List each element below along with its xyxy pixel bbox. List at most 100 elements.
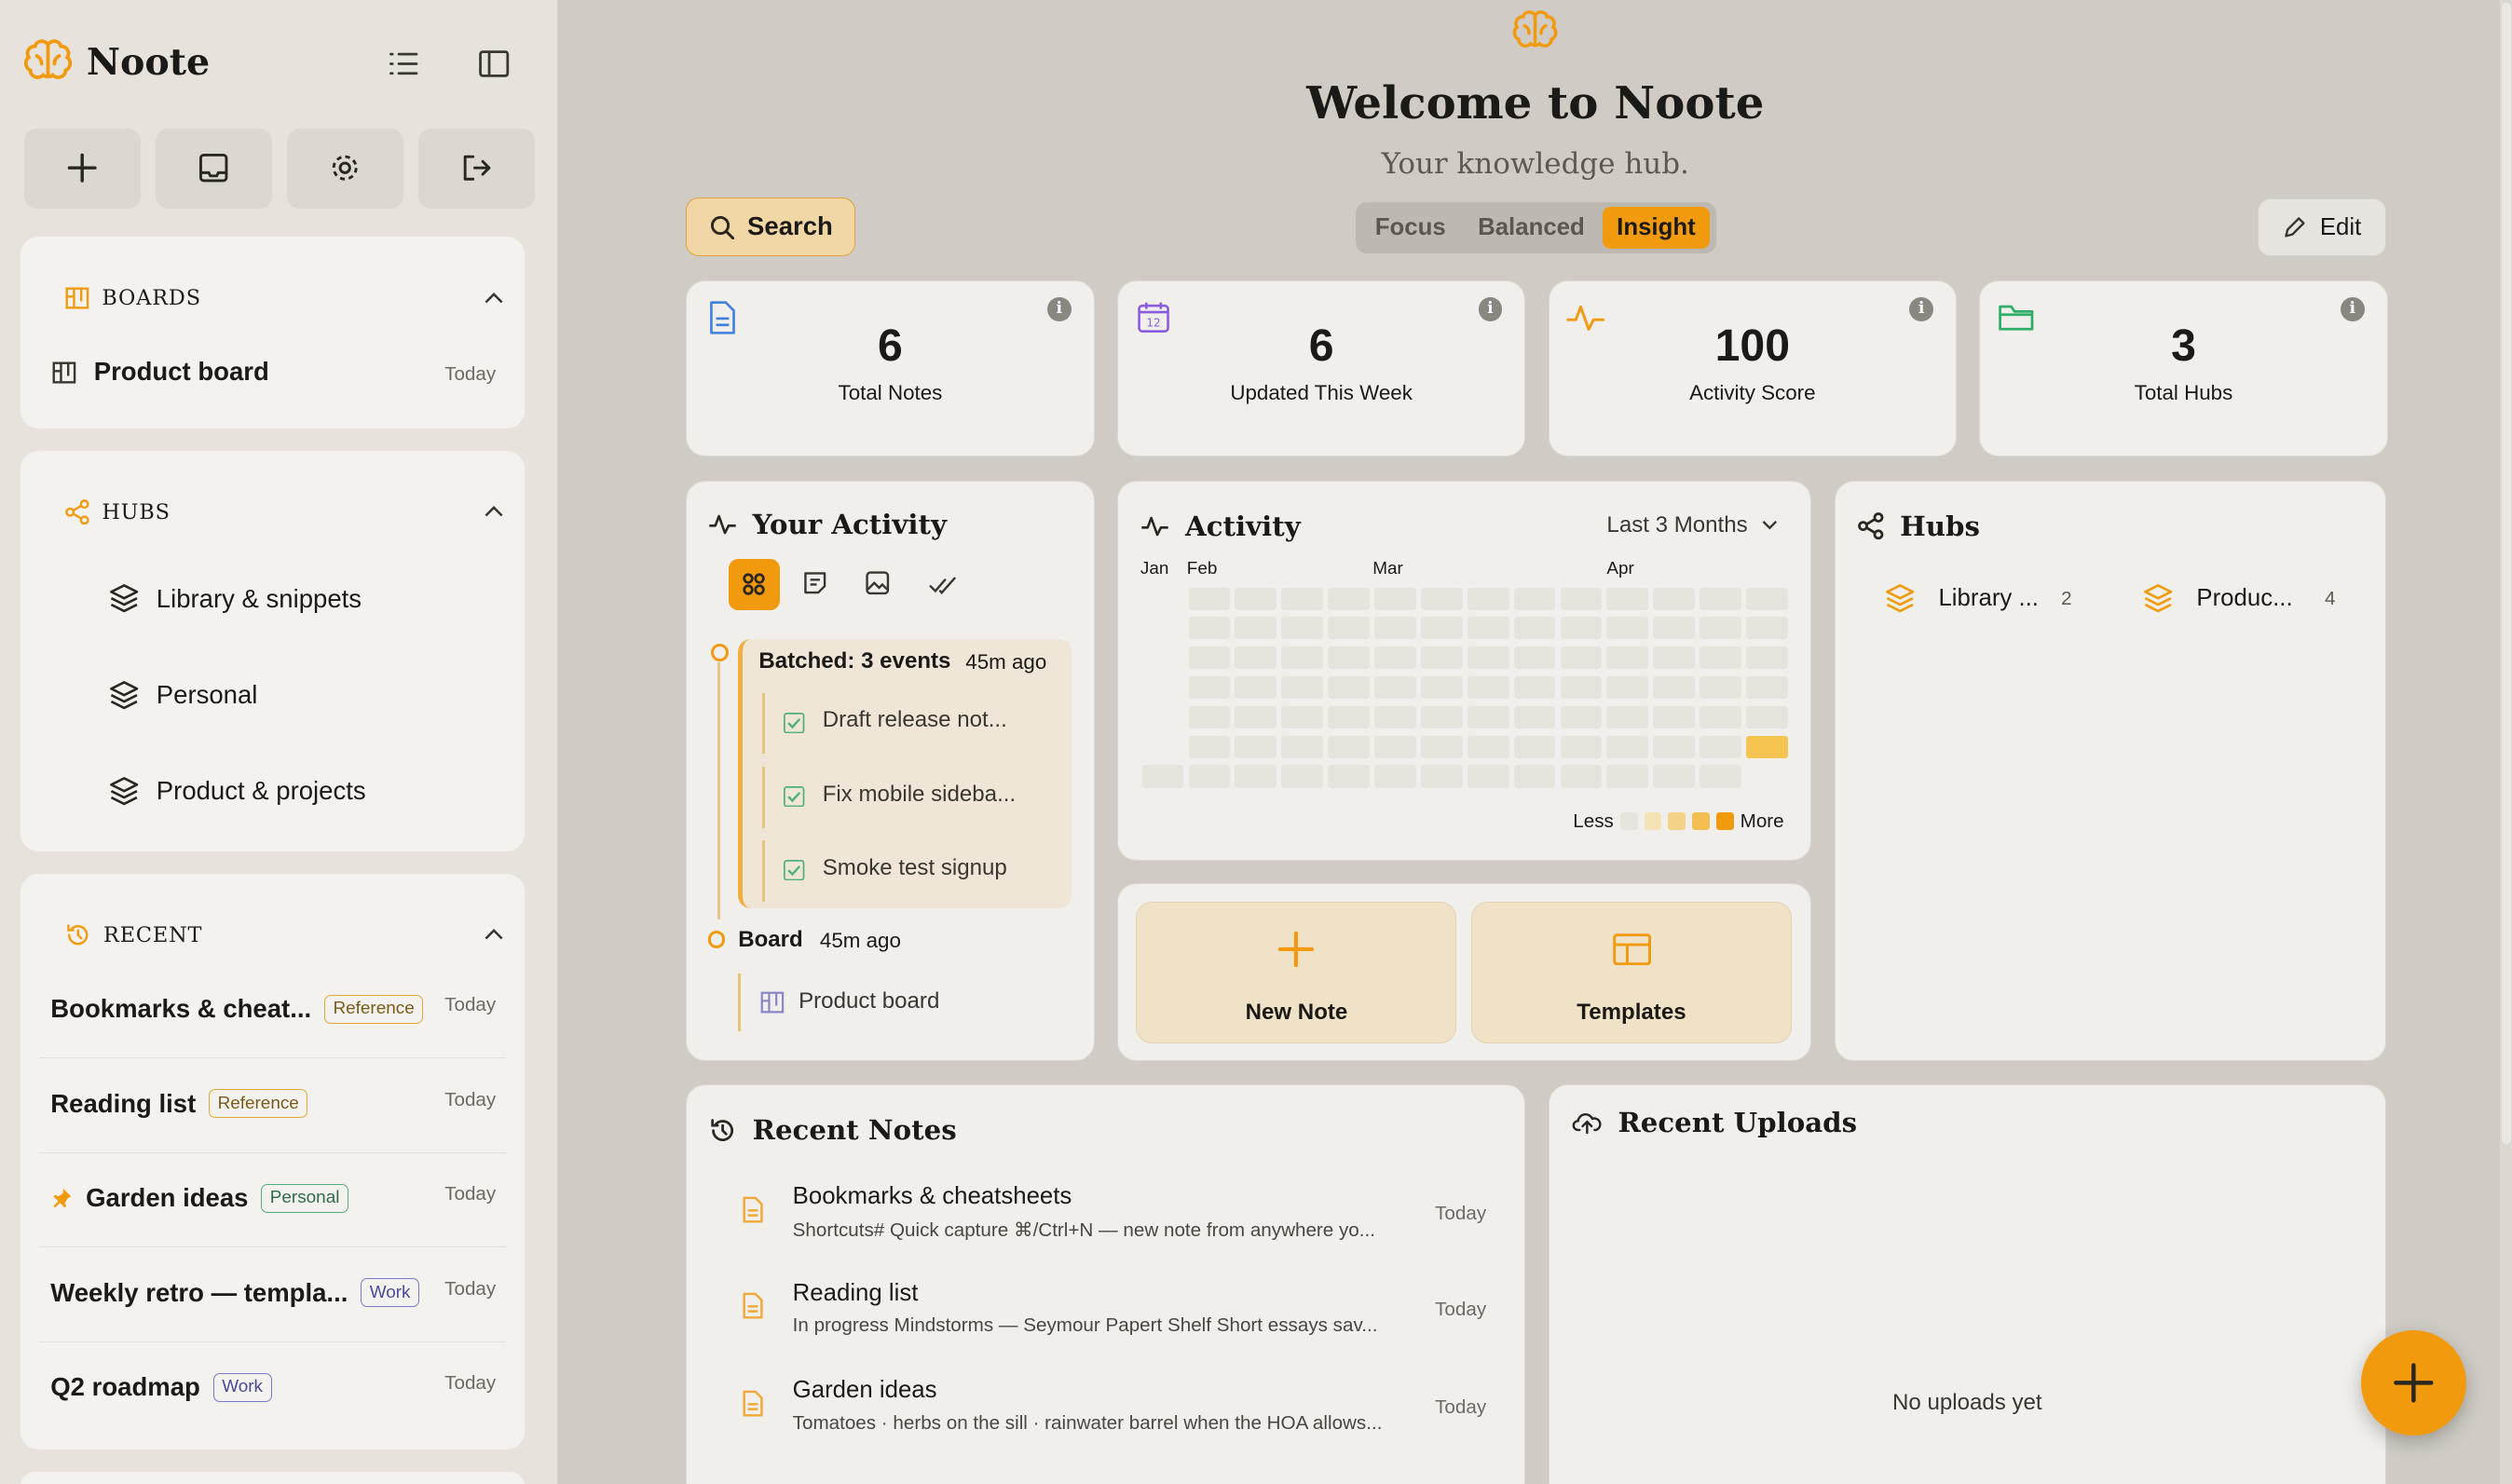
heatmap-cell[interactable] — [1653, 705, 1696, 728]
range-select[interactable]: Last 3 Months — [1606, 512, 1780, 538]
heatmap-cell[interactable] — [1513, 705, 1556, 728]
templates-button[interactable]: Templates — [1470, 902, 1792, 1043]
heatmap-cell[interactable] — [1746, 647, 1788, 670]
fab-add-button[interactable] — [2360, 1329, 2467, 1436]
heatmap-cell[interactable] — [1467, 587, 1509, 610]
heatmap-cell[interactable] — [1606, 617, 1649, 640]
heatmap-cell[interactable] — [1653, 587, 1696, 610]
heatmap-cell[interactable] — [1374, 647, 1416, 670]
sidebar-hub-product[interactable]: Product & projects — [108, 775, 366, 807]
heatmap-cell[interactable] — [1281, 617, 1323, 640]
heatmap-cell[interactable] — [1235, 705, 1277, 728]
recent-item[interactable]: Weekly retro — templa... Work Today — [39, 1249, 506, 1342]
info-icon[interactable]: i — [1909, 297, 1934, 321]
heatmap-cell[interactable] — [1513, 735, 1556, 758]
heatmap-cell[interactable] — [1513, 647, 1556, 670]
recent-note-row[interactable]: Reading list In progress Mindstorms — Se… — [706, 1280, 1506, 1376]
heatmap-cell[interactable] — [1235, 647, 1277, 670]
info-icon[interactable]: i — [1046, 297, 1072, 321]
heatmap-cell[interactable] — [1467, 617, 1509, 640]
heatmap-cell[interactable] — [1188, 647, 1231, 670]
heatmap-cell[interactable] — [1281, 705, 1323, 728]
heatmap-cell[interactable] — [1235, 735, 1277, 758]
heatmap-cell[interactable] — [1235, 765, 1277, 788]
scrollbar-thumb[interactable] — [2501, 3, 2512, 1145]
heatmap-cell[interactable] — [1374, 587, 1416, 610]
heatmap-cell[interactable] — [1653, 675, 1696, 700]
note-filter-icon[interactable] — [802, 570, 828, 603]
heatmap-cell[interactable] — [1374, 735, 1416, 758]
heatmap-cell[interactable] — [1281, 765, 1323, 788]
heatmap-cell[interactable] — [1467, 705, 1509, 728]
heatmap-cell[interactable] — [1328, 617, 1370, 640]
sidebar-hub-personal[interactable]: Personal — [108, 679, 257, 711]
heatmap-cell[interactable] — [1606, 765, 1649, 788]
heatmap-cell[interactable] — [1420, 705, 1463, 728]
recent-item[interactable]: Q2 roadmap Work Today — [39, 1343, 505, 1436]
heatmap-cell[interactable] — [1328, 735, 1370, 758]
heatmap-cell[interactable] — [1700, 647, 1741, 670]
heatmap-cell[interactable] — [1235, 675, 1277, 700]
heatmap-cell[interactable] — [1420, 587, 1463, 610]
heatmap-cell[interactable] — [1420, 735, 1463, 758]
heatmap-cell[interactable] — [1653, 735, 1696, 758]
heatmap-cell[interactable] — [1235, 617, 1277, 640]
heatmap-cell[interactable] — [1374, 617, 1416, 640]
info-icon[interactable]: i — [1478, 297, 1503, 321]
search-button[interactable]: Search — [686, 197, 856, 257]
heatmap-cell[interactable] — [1328, 647, 1370, 670]
heatmap-cell[interactable] — [1374, 675, 1416, 700]
heatmap-cell[interactable] — [1374, 765, 1416, 788]
recent-section-header[interactable]: RECENT — [65, 922, 203, 948]
batch-group[interactable]: Batched: 3 events 45m ago Draft release … — [738, 638, 1072, 908]
done-filter-icon[interactable] — [929, 573, 958, 603]
heatmap-cell[interactable] — [1513, 675, 1556, 700]
mode-insight[interactable]: Insight — [1602, 206, 1711, 249]
boards-section-header[interactable]: BOARDS — [65, 286, 201, 310]
filter-all-button[interactable] — [728, 558, 780, 610]
heatmap-cell[interactable] — [1653, 765, 1696, 788]
sidebar-toggle-icon[interactable] — [471, 42, 516, 87]
chevron-up-icon[interactable] — [483, 501, 505, 524]
heatmap-cell[interactable] — [1188, 675, 1231, 700]
batch-event[interactable]: Draft release not... — [761, 693, 1051, 755]
heatmap-cell[interactable] — [1700, 735, 1741, 758]
sidebar-hub-library[interactable]: Library & snippets — [108, 582, 362, 614]
list-view-icon[interactable] — [381, 42, 426, 87]
new-button[interactable] — [23, 128, 142, 209]
board-item-product-board[interactable]: Product board Today — [52, 357, 502, 392]
heatmap-cell[interactable] — [1188, 587, 1231, 610]
batch-event[interactable]: Smoke test signup — [761, 840, 1051, 902]
edit-button[interactable]: Edit — [2258, 198, 2387, 257]
heatmap-cell[interactable] — [1746, 705, 1788, 728]
hub-chip-product[interactable]: Produc... 4 — [2142, 582, 2336, 614]
heatmap-cell[interactable] — [1328, 675, 1370, 700]
heatmap-cell[interactable] — [1653, 617, 1696, 640]
heatmap-cell[interactable] — [1188, 765, 1231, 788]
heatmap-cell[interactable] — [1328, 587, 1370, 610]
heatmap-cell[interactable] — [1188, 617, 1231, 640]
heatmap-cell[interactable] — [1746, 675, 1788, 700]
heatmap-cell[interactable] — [1374, 705, 1416, 728]
heatmap-cell[interactable] — [1281, 587, 1323, 610]
heatmap-cell[interactable] — [1606, 705, 1649, 728]
logout-button[interactable] — [417, 128, 536, 209]
recent-item[interactable]: Reading list Reference Today — [39, 1060, 506, 1153]
mode-focus[interactable]: Focus — [1360, 207, 1460, 249]
recent-item[interactable]: Garden ideas Personal Today — [39, 1154, 506, 1248]
heatmap-cell[interactable] — [1560, 587, 1603, 610]
recent-item[interactable]: Bookmarks & cheat... Reference Today — [39, 965, 506, 1059]
heatmap-cell[interactable] — [1560, 705, 1603, 728]
recent-note-row[interactable]: Bookmarks & cheatsheets Shortcuts# Quick… — [706, 1183, 1506, 1279]
heatmap-cell[interactable] — [1700, 587, 1741, 610]
heatmap-cell[interactable] — [1281, 735, 1323, 758]
heatmap-cell[interactable] — [1188, 705, 1231, 728]
heatmap-cell[interactable] — [1141, 765, 1184, 788]
heatmap-cell[interactable] — [1420, 675, 1463, 700]
batch-event[interactable]: Fix mobile sideba... — [761, 767, 1051, 828]
heatmap-cell[interactable] — [1560, 765, 1603, 788]
heatmap-cell[interactable] — [1700, 765, 1741, 788]
board-event-item[interactable]: Product board — [738, 973, 1043, 1031]
chevron-up-icon[interactable] — [483, 288, 505, 310]
heatmap-cell[interactable] — [1700, 705, 1741, 728]
